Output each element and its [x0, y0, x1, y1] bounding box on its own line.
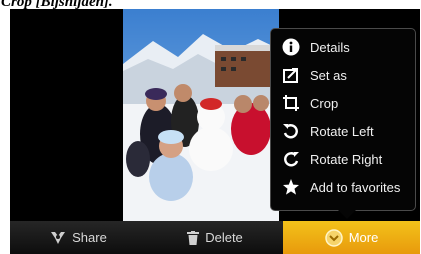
- menu-item-rotate-left[interactable]: Rotate Left: [271, 117, 417, 145]
- menu-item-label: Crop: [310, 95, 339, 111]
- delete-button[interactable]: Delete: [147, 221, 283, 254]
- menu-item-label: Rotate Right: [310, 151, 383, 167]
- menu-item-label: Details: [310, 39, 350, 55]
- more-icon: [324, 228, 343, 247]
- photo-image[interactable]: [123, 9, 279, 221]
- more-label: More: [348, 230, 379, 245]
- rotate-right-icon: [281, 149, 301, 169]
- rotate-left-icon: [281, 121, 301, 141]
- menu-pointer: [338, 210, 356, 219]
- gallery-screen: Details Set as Crop Rotate Left Rotate R…: [10, 9, 420, 254]
- menu-item-label: Rotate Left: [310, 123, 374, 139]
- trash-icon: [187, 230, 200, 245]
- set-as-icon: [281, 65, 301, 85]
- crop-icon: [281, 93, 301, 113]
- more-button[interactable]: More: [283, 221, 420, 254]
- menu-item-label: Set as: [310, 67, 347, 83]
- star-icon: [281, 177, 301, 197]
- delete-label: Delete: [205, 230, 243, 245]
- menu-item-crop[interactable]: Crop: [271, 89, 417, 117]
- menu-item-add-to-favorites[interactable]: Add to favorites: [271, 173, 417, 201]
- bottom-toolbar: Share Delete More: [10, 221, 420, 254]
- info-icon: [281, 37, 301, 57]
- share-icon: [50, 231, 66, 245]
- share-button[interactable]: Share: [10, 221, 147, 254]
- menu-item-label: Add to favorites: [310, 179, 401, 195]
- menu-item-set-as[interactable]: Set as: [271, 61, 417, 89]
- share-label: Share: [72, 230, 107, 245]
- options-menu: Details Set as Crop Rotate Left Rotate R…: [270, 28, 416, 211]
- menu-item-details[interactable]: Details: [271, 33, 417, 61]
- menu-item-rotate-right[interactable]: Rotate Right: [271, 145, 417, 173]
